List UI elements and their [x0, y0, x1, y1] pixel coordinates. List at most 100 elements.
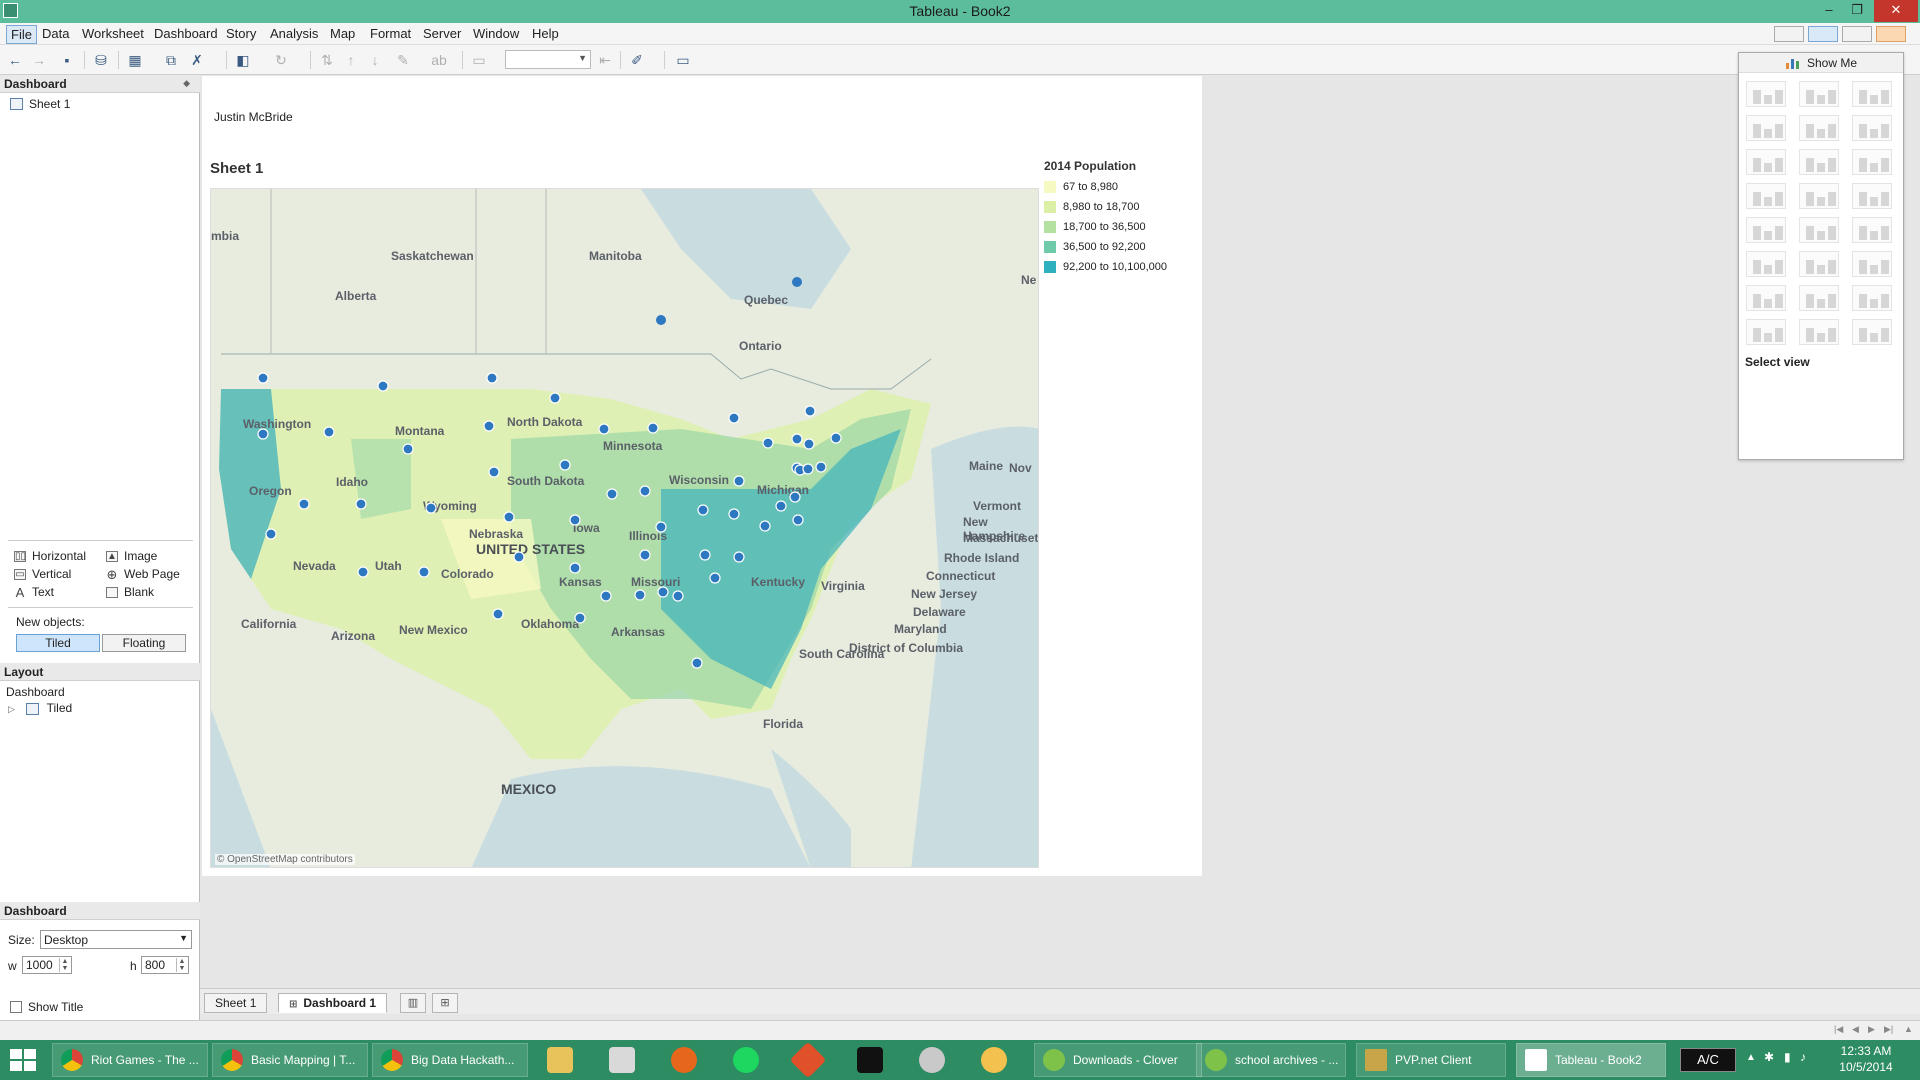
- next-sheet-icon[interactable]: ▶: [1868, 1024, 1875, 1035]
- taskbar-item-pvp-client[interactable]: PVP.net Client: [1356, 1043, 1506, 1077]
- restore-button[interactable]: ❐: [1840, 0, 1874, 22]
- menu-dashboard[interactable]: Dashboard: [150, 25, 222, 42]
- layout-tree-item[interactable]: ▷ Tiled: [8, 701, 72, 715]
- menu-server[interactable]: Server: [419, 25, 465, 42]
- fix-axes-icon[interactable]: ⇤: [596, 51, 614, 69]
- snipping-tool-icon[interactable]: [919, 1047, 945, 1073]
- dual-lines-icon[interactable]: [1852, 217, 1892, 243]
- tab-sheet-1[interactable]: Sheet 1: [204, 993, 268, 1013]
- city-point[interactable]: [492, 608, 504, 620]
- menu-data[interactable]: Data: [38, 25, 73, 42]
- stepper-arrows-icon[interactable]: ▲ ▼: [59, 958, 70, 972]
- new-worksheet-icon[interactable]: ▦: [126, 51, 144, 69]
- clock-date[interactable]: 10/5/2014: [1836, 1060, 1896, 1074]
- show-labels-icon[interactable]: ab: [430, 51, 448, 69]
- city-point[interactable]: [804, 405, 816, 417]
- city-point[interactable]: [728, 412, 740, 424]
- city-point[interactable]: [574, 612, 586, 624]
- legend-item[interactable]: 36,500 to 92,200: [1044, 237, 1194, 257]
- discrete-lines-icon[interactable]: [1799, 217, 1839, 243]
- object-text[interactable]: A Text: [14, 585, 54, 599]
- dual-combination-icon[interactable]: [1852, 251, 1892, 277]
- city-point[interactable]: [549, 392, 561, 404]
- fit-selector[interactable]: ▼: [505, 50, 591, 69]
- city-point[interactable]: [815, 461, 827, 473]
- gantt-icon[interactable]: [1746, 319, 1786, 345]
- legend-item[interactable]: 8,980 to 18,700: [1044, 197, 1194, 217]
- sheet-menu-icon[interactable]: ▲: [1904, 1024, 1913, 1034]
- spotify-icon[interactable]: [733, 1047, 759, 1073]
- show-me-header[interactable]: Show Me: [1739, 53, 1903, 73]
- text-table-icon[interactable]: [1746, 81, 1786, 107]
- city-point[interactable]: [377, 380, 389, 392]
- swap-icon[interactable]: ⇅: [318, 51, 336, 69]
- object-web-page[interactable]: ⊕ Web Page: [106, 567, 180, 581]
- city-point[interactable]: [483, 420, 495, 432]
- city-point[interactable]: [791, 433, 803, 445]
- taskbar-item-chrome-riot[interactable]: Riot Games - The ...: [52, 1043, 208, 1077]
- expand-arrow-icon[interactable]: ▷: [8, 704, 15, 714]
- scatter-plot-icon[interactable]: [1746, 285, 1786, 311]
- windows-start-icon[interactable]: [8, 1048, 38, 1072]
- layout-root[interactable]: Dashboard: [6, 685, 65, 699]
- new-data-source-icon[interactable]: ⛁: [92, 51, 110, 69]
- sort-descending-icon[interactable]: ↓: [366, 51, 384, 69]
- city-point[interactable]: [634, 589, 646, 601]
- duplicate-sheet-icon[interactable]: ⧉: [162, 51, 180, 69]
- side-by-side-bars-icon[interactable]: [1852, 149, 1892, 175]
- filmstrip-tab[interactable]: [1842, 26, 1872, 42]
- object-blank[interactable]: Blank: [106, 585, 154, 599]
- new-worksheet-tab-icon[interactable]: ▥: [400, 993, 426, 1013]
- city-point[interactable]: [789, 491, 801, 503]
- pause-updates-icon[interactable]: ◧: [234, 51, 252, 69]
- menu-worksheet[interactable]: Worksheet: [78, 25, 148, 42]
- size-select[interactable]: Desktop ▼: [40, 930, 192, 949]
- population-map[interactable]: mbia Saskatchewan Manitoba Alberta Quebe…: [210, 188, 1039, 868]
- undo-icon[interactable]: ←: [6, 51, 24, 69]
- city-point[interactable]: [606, 488, 618, 500]
- treemap-icon[interactable]: [1746, 183, 1786, 209]
- city-point[interactable]: [792, 277, 802, 287]
- highlight-pen-icon[interactable]: ✐: [628, 51, 646, 69]
- city-point[interactable]: [733, 475, 745, 487]
- histogram-icon[interactable]: [1799, 285, 1839, 311]
- previous-sheet-icon[interactable]: ◀: [1852, 1024, 1859, 1035]
- network-icon[interactable]: ▮: [1784, 1050, 1791, 1064]
- tray-expand-icon[interactable]: ▲: [1746, 1052, 1756, 1063]
- city-point[interactable]: [257, 372, 269, 384]
- tiled-toggle[interactable]: Tiled: [16, 634, 100, 652]
- presentation-mode-tab[interactable]: [1774, 26, 1804, 42]
- dashboard-author-text[interactable]: Justin McBride: [214, 110, 293, 124]
- city-point[interactable]: [598, 423, 610, 435]
- city-point[interactable]: [569, 562, 581, 574]
- clock-time[interactable]: 12:33 AM: [1836, 1044, 1896, 1058]
- last-sheet-icon[interactable]: ▶|: [1884, 1024, 1893, 1035]
- city-point[interactable]: [699, 549, 711, 561]
- clear-sheet-icon[interactable]: ✗: [188, 51, 206, 69]
- city-point[interactable]: [792, 514, 804, 526]
- menu-help[interactable]: Help: [528, 25, 563, 42]
- bullet-graph-icon[interactable]: [1799, 319, 1839, 345]
- stepper-arrows-icon[interactable]: ▲ ▼: [176, 958, 187, 972]
- taskbar-item-tableau[interactable]: Tableau - Book2: [1516, 1043, 1666, 1077]
- city-point[interactable]: [503, 511, 515, 523]
- city-point[interactable]: [728, 508, 740, 520]
- stacked-bars-icon[interactable]: [1799, 149, 1839, 175]
- volume-icon[interactable]: ♪: [1800, 1050, 1806, 1064]
- highlight-icon[interactable]: ✎: [394, 51, 412, 69]
- menu-file[interactable]: File: [6, 25, 37, 44]
- pane-menu-icon[interactable]: ◆: [183, 78, 190, 89]
- city-point[interactable]: [559, 459, 571, 471]
- continuous-lines-icon[interactable]: [1746, 217, 1786, 243]
- city-point[interactable]: [775, 500, 787, 512]
- city-point[interactable]: [803, 438, 815, 450]
- paint-icon[interactable]: [981, 1047, 1007, 1073]
- city-point[interactable]: [691, 657, 703, 669]
- fit-icon[interactable]: ▭: [470, 51, 488, 69]
- floating-toggle[interactable]: Floating: [102, 634, 186, 652]
- city-point[interactable]: [357, 566, 369, 578]
- city-point[interactable]: [513, 551, 525, 563]
- taskbar-item-chrome-mapping[interactable]: Basic Mapping | T...: [212, 1043, 368, 1077]
- new-dashboard-tab-icon[interactable]: ⊞: [432, 993, 458, 1013]
- menu-story[interactable]: Story: [222, 25, 260, 42]
